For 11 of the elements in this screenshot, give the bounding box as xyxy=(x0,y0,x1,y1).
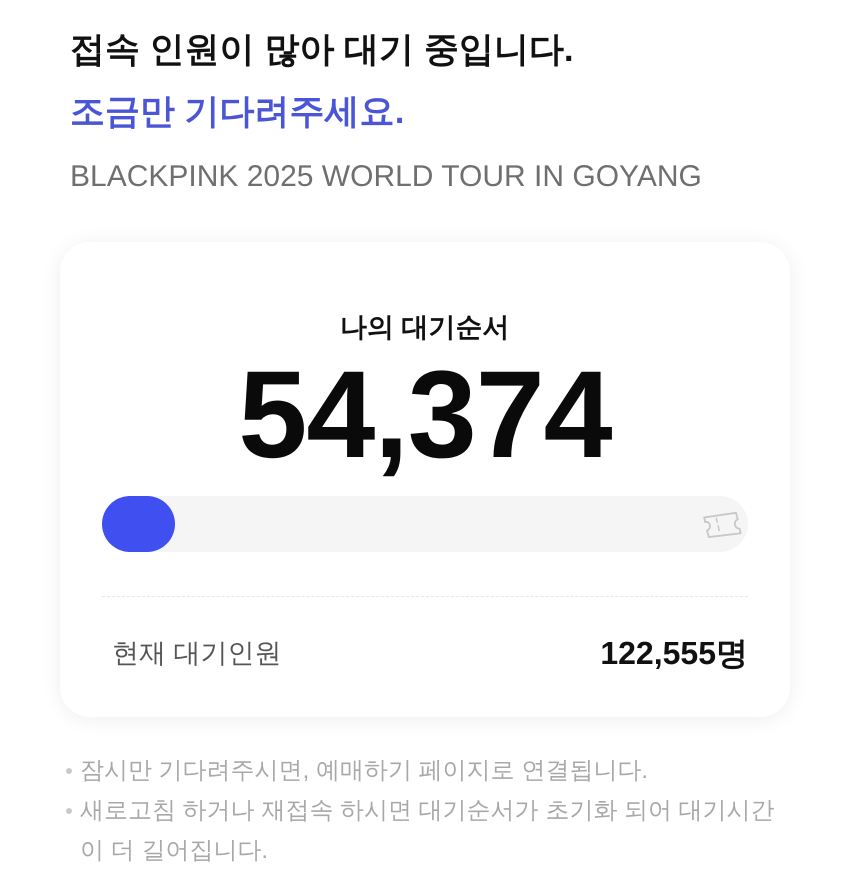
bullet-icon xyxy=(66,768,72,774)
queue-number: 54,374 xyxy=(238,355,612,475)
bullet-icon xyxy=(66,808,72,814)
waiting-count-value: 122,555명 xyxy=(600,634,748,673)
queue-label: 나의 대기순서 xyxy=(340,311,510,343)
page-subtitle: 조금만 기다려주세요. xyxy=(70,91,406,133)
notice-text: 새로고침 하거나 재접속 하시면 대기순서가 초기화 되어 대기시간이 더 길어집니다. xyxy=(80,796,776,866)
page-title: 접속 인원이 많아 대기 중입니다. xyxy=(70,29,575,71)
waiting-count-label: 현재 대기인원 xyxy=(112,637,282,670)
event-name: BLACKPINK 2025 WORLD TOUR IN GOYANG xyxy=(70,159,703,195)
notice-text: 잠시만 기다려주시면, 예매하기 페이지로 연결됩니다. xyxy=(80,756,648,786)
